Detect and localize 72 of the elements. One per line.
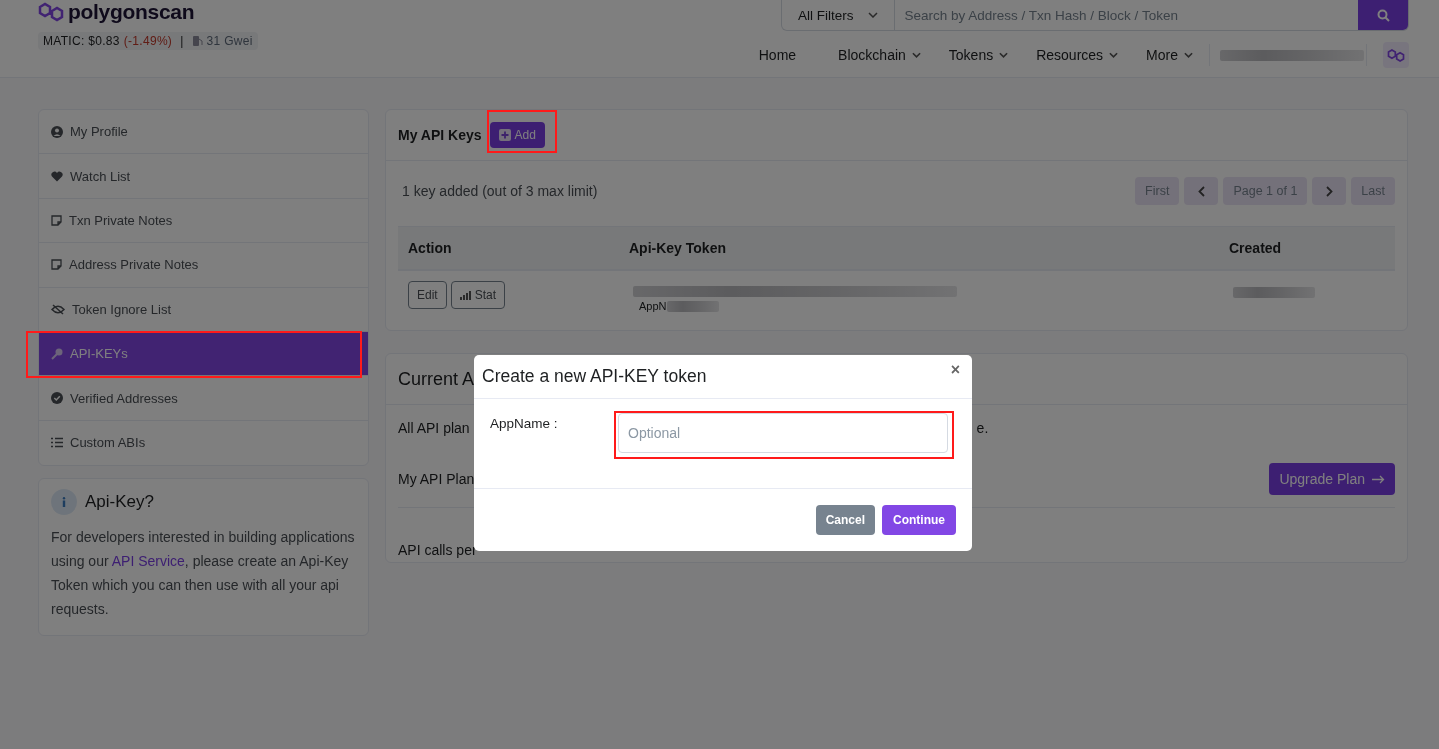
search-button[interactable] xyxy=(1358,0,1408,30)
arrow-right-icon xyxy=(1372,474,1385,484)
sidebar-item[interactable]: My Profile xyxy=(39,110,368,155)
column-header: Api-Key Token xyxy=(628,240,727,256)
search-icon xyxy=(1376,8,1390,22)
column-header: Created xyxy=(1228,240,1282,256)
note-icon xyxy=(51,259,62,271)
sidebar-item[interactable]: Address Private Notes xyxy=(39,243,368,288)
app-name-field[interactable]: Optional xyxy=(618,413,948,453)
sidebar-item[interactable]: Watch List xyxy=(39,154,368,199)
column-header: Action xyxy=(407,240,453,256)
stat-button[interactable]: Stat xyxy=(450,281,506,309)
signal-bars-icon xyxy=(459,290,472,300)
network-button[interactable] xyxy=(1383,42,1409,68)
key-icon xyxy=(51,347,63,360)
previous-page-button[interactable] xyxy=(1184,177,1219,205)
card-title: Current A xyxy=(398,368,475,390)
eye-slash-icon xyxy=(51,303,65,315)
sidebar-item[interactable]: Txn Private Notes xyxy=(39,198,368,244)
add-button[interactable]: Add xyxy=(489,122,545,148)
modal-title: Create a new API-KEY token xyxy=(482,366,707,387)
plan-note-text: e. xyxy=(976,420,989,436)
nav-link[interactable]: Blockchain xyxy=(824,47,935,63)
note-icon xyxy=(51,214,62,226)
nav-link[interactable]: Resources xyxy=(1022,47,1133,63)
user-icon xyxy=(51,125,63,138)
gas-price: 31 Gwei xyxy=(206,34,253,48)
nav-link[interactable]: Tokens xyxy=(934,47,1023,63)
highlight-frame xyxy=(487,110,557,153)
card-title: Api-Key? xyxy=(85,492,154,513)
first-page-button[interactable]: First xyxy=(1135,177,1180,205)
nav-link[interactable]: Home xyxy=(744,47,825,63)
key-count-text: 1 key added (out of 3 max limit) xyxy=(402,183,598,199)
separator-text: | xyxy=(180,34,184,48)
sidebar-item[interactable]: API-KEYs xyxy=(39,331,368,377)
gas-pump-icon xyxy=(191,35,203,47)
next-page-button[interactable] xyxy=(1312,177,1347,205)
card-title: My API Keys xyxy=(398,127,482,143)
chevron-right-icon xyxy=(1325,185,1333,197)
plan-label: My API Plan xyxy=(398,471,475,487)
heart-icon xyxy=(51,170,63,182)
sidebar-item[interactable]: Verified Addresses xyxy=(39,376,368,421)
sidebar-item[interactable]: Token Ignore List xyxy=(39,287,368,332)
info-text: For developers interested in building applications using our API Service, please create an Api-Key Token which you can then use with all your api requests. xyxy=(51,528,356,620)
plan-note-text: All API plan xyxy=(398,420,470,436)
last-page-button[interactable]: Last xyxy=(1351,177,1395,205)
chevron-down-icon xyxy=(867,12,878,18)
chevron-left-icon xyxy=(1197,185,1205,197)
filter-dropdown[interactable]: All Filters xyxy=(782,0,895,30)
page-indicator: Page 1 of 1 xyxy=(1223,177,1308,205)
continue-button[interactable]: Continue xyxy=(882,505,956,535)
app-name-text: AppN xyxy=(639,300,667,312)
field-label: AppName : xyxy=(490,416,559,431)
plus-square-icon xyxy=(498,129,511,141)
rate-label: API calls per xyxy=(398,542,477,558)
check-badge-icon xyxy=(51,392,63,405)
logo-text[interactable]: polygonscan xyxy=(68,0,195,24)
list-icon xyxy=(51,437,63,449)
nav-link[interactable]: More xyxy=(1132,47,1207,63)
edit-button[interactable]: Edit xyxy=(408,281,447,309)
sidebar-item[interactable]: Custom ABIs xyxy=(39,420,368,466)
upgrade-plan-button[interactable]: Upgrade Plan xyxy=(1269,463,1395,495)
cancel-button[interactable]: Cancel xyxy=(815,505,875,535)
info-icon xyxy=(51,489,77,516)
close-button[interactable]: × xyxy=(950,361,960,379)
blurred-text xyxy=(666,300,719,312)
price-label: MATIC: $0.83 xyxy=(43,34,120,48)
search-bar[interactable]: All Filters Search by Address / Txn Hash / Block / Token xyxy=(781,0,1409,31)
logo-icon xyxy=(38,1,64,23)
price-change: (-1.49%) xyxy=(123,34,173,48)
api-service-link[interactable]: API Service xyxy=(111,553,185,570)
logo-icon xyxy=(1387,47,1405,63)
